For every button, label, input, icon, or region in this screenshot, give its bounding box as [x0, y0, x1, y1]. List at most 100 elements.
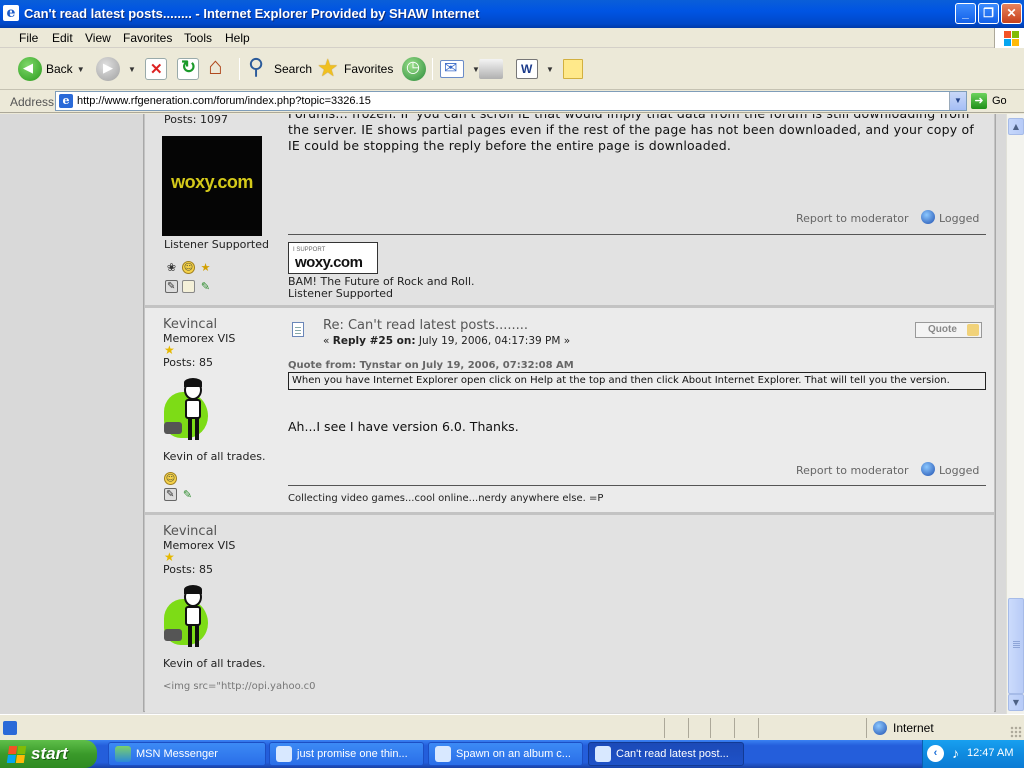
username-link[interactable]: Kevincal	[163, 524, 217, 539]
taskbar-item-ie-1[interactable]: just promise one thin...	[269, 742, 424, 766]
resize-grip[interactable]	[1010, 726, 1022, 738]
page-viewport[interactable]: Posts: 1097 woxy.com Listener Supported …	[0, 114, 1006, 714]
ie-window-icon	[595, 746, 611, 762]
stop-button[interactable]	[145, 56, 171, 82]
menu-bar: File Edit View Favorites Tools Help	[0, 28, 1024, 48]
menu-help[interactable]: Help	[225, 31, 250, 45]
menu-favorites[interactable]: Favorites	[123, 31, 172, 45]
back-dropdown-icon[interactable]: ▼	[77, 65, 85, 74]
icq-icon[interactable]: ✎	[181, 488, 194, 501]
smiley-icon[interactable]: ☺	[182, 261, 195, 274]
print-icon	[479, 59, 503, 79]
back-label: Back	[46, 62, 73, 76]
profile-icon[interactable]	[164, 488, 177, 501]
forward-dropdown-icon[interactable]: ▼	[128, 65, 136, 74]
title-bar[interactable]: e Can't read latest posts........ - Inte…	[0, 0, 1024, 28]
forward-button[interactable]: ▼	[96, 56, 136, 82]
go-button[interactable]: ➜ Go	[971, 93, 1007, 109]
signature-divider	[288, 234, 986, 235]
refresh-button[interactable]	[177, 56, 203, 82]
start-button[interactable]: start	[0, 740, 97, 768]
person-icon[interactable]: ★	[199, 261, 212, 274]
logged-indicator: Logged	[921, 462, 979, 477]
profile-icons: ✎	[165, 280, 212, 293]
post-body: Ah...I see I have version 6.0. Thanks.	[288, 419, 519, 434]
address-input[interactable]: e http://www.rfgeneration.com/forum/inde…	[55, 91, 967, 111]
status-panel	[664, 718, 665, 738]
page-icon: e	[59, 94, 73, 108]
mail-button[interactable]: ▼	[440, 56, 480, 82]
history-icon	[402, 57, 426, 81]
taskbar-item-label: MSN Messenger	[136, 748, 218, 760]
menu-file[interactable]: File	[19, 31, 38, 45]
quote-button[interactable]: Quote	[915, 322, 982, 338]
toolbar-separator	[432, 58, 433, 80]
post-count: Posts: 85	[163, 563, 213, 576]
signature-line: Collecting video games...cool online...n…	[288, 493, 604, 504]
smiley-icon[interactable]: ☺	[164, 472, 177, 485]
username-link[interactable]: Kevincal	[163, 317, 217, 332]
back-button[interactable]: Back ▼	[18, 56, 85, 82]
home-button[interactable]	[207, 53, 235, 82]
print-button[interactable]	[479, 56, 507, 82]
menu-edit[interactable]: Edit	[52, 31, 73, 45]
ie-window-icon	[276, 746, 292, 762]
avatar: woxy.com	[162, 136, 262, 236]
taskbar-item-ie-2[interactable]: Spawn on an album c...	[428, 742, 583, 766]
security-zone[interactable]: Internet	[873, 721, 934, 735]
message-icon[interactable]	[182, 280, 195, 293]
taskbar-item-ie-3[interactable]: Can't read latest post...	[588, 742, 744, 766]
signature-divider	[288, 485, 986, 486]
vertical-scrollbar[interactable]: ▲ ▼	[1006, 114, 1024, 714]
quote-header: Quote from: Tynstar on July 19, 2006, 07…	[288, 360, 574, 371]
forum-post: Kevincal Memorex VIS ★ Posts: 85 Kevin o…	[145, 515, 994, 713]
address-dropdown-icon[interactable]: ▼	[949, 92, 966, 110]
close-button[interactable]: ✕	[1001, 3, 1022, 24]
maximize-button[interactable]: ❐	[978, 3, 999, 24]
history-button[interactable]	[402, 56, 430, 82]
scroll-thumb[interactable]	[1008, 598, 1024, 694]
status-panel	[734, 718, 735, 738]
toolbar-separator	[239, 58, 240, 80]
menu-view[interactable]: View	[85, 31, 111, 45]
show-hidden-icons-icon[interactable]: ‹	[927, 745, 944, 762]
forum-post: Kevincal Memorex VIS ★ Posts: 85 Kevin o…	[145, 308, 994, 512]
profile-icon[interactable]	[165, 280, 178, 293]
reply-number: Reply #25 on:	[332, 335, 416, 347]
search-icon	[246, 54, 270, 81]
menu-tools[interactable]: Tools	[184, 31, 212, 45]
flower-icon[interactable]: ❀	[165, 261, 178, 274]
logged-label: Logged	[939, 212, 980, 225]
scroll-down-button[interactable]: ▼	[1008, 694, 1024, 711]
notes-button[interactable]	[563, 56, 587, 82]
rank-star-icon: ★	[164, 343, 175, 357]
post-subject-link[interactable]: Re: Can't read latest posts........	[323, 318, 528, 333]
address-url[interactable]: http://www.rfgeneration.com/forum/index.…	[77, 95, 371, 107]
page-status-icon	[3, 721, 17, 735]
quote-button-label: Quote	[928, 324, 957, 335]
msn-icon	[115, 746, 131, 762]
search-button[interactable]: Search	[246, 54, 312, 82]
note-icon	[563, 59, 583, 79]
report-to-moderator-link[interactable]: Report to moderator	[796, 212, 909, 225]
favorites-button[interactable]: Favorites	[316, 54, 393, 83]
clock[interactable]: 12:47 AM	[967, 747, 1013, 759]
report-to-moderator-link[interactable]: Report to moderator	[796, 464, 909, 477]
volume-icon[interactable]: ♪	[947, 745, 964, 762]
taskbar-item-msn[interactable]: MSN Messenger	[108, 742, 266, 766]
icq-icon[interactable]: ✎	[199, 280, 212, 293]
ie-window-icon	[435, 746, 451, 762]
refresh-icon	[177, 57, 199, 80]
start-label: start	[31, 744, 68, 763]
stop-icon	[145, 58, 167, 80]
forum-post: Posts: 1097 woxy.com Listener Supported …	[145, 114, 994, 305]
minimize-button[interactable]: _	[955, 3, 976, 24]
system-tray: ‹ ♪ 12:47 AM	[922, 740, 1024, 768]
signature-banner: I SUPPORT woxy.com	[288, 242, 378, 274]
status-panel	[710, 718, 711, 738]
scroll-up-button[interactable]: ▲	[1008, 118, 1024, 135]
edit-dropdown-icon[interactable]: ▼	[546, 65, 554, 74]
internet-zone-icon	[873, 721, 887, 735]
edit-button[interactable]: ▼	[516, 56, 554, 82]
reply-prefix: «	[323, 335, 333, 347]
